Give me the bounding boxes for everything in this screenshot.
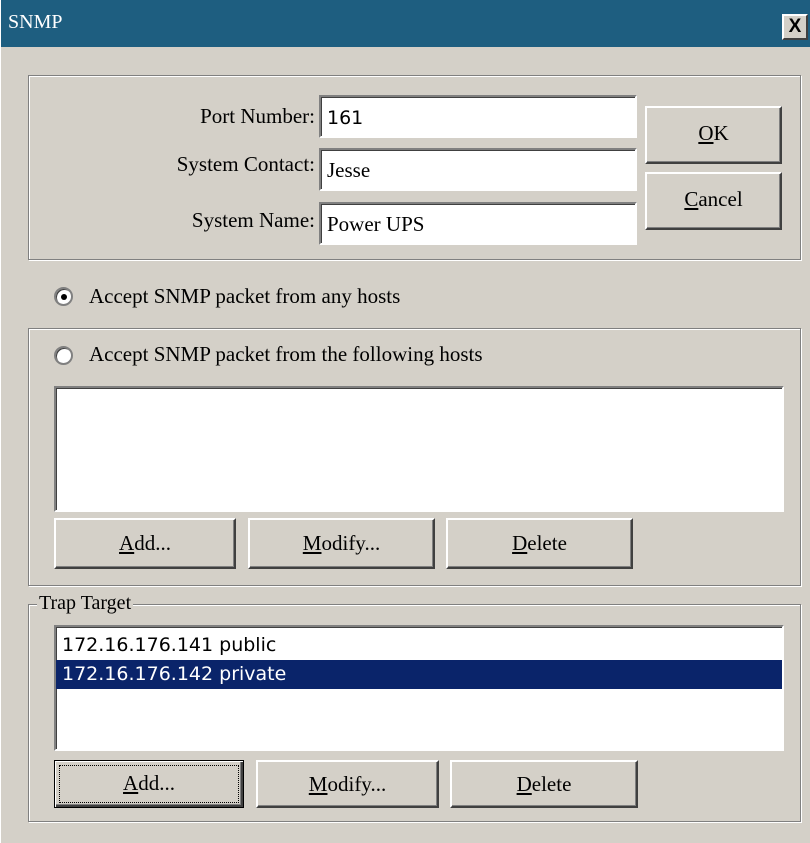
following-hosts-radio[interactable]	[54, 346, 73, 365]
any-hosts-radio[interactable]	[54, 287, 73, 306]
system-contact-field[interactable]: Jesse	[319, 148, 637, 191]
trap-modify-label: Modify...	[308, 772, 387, 796]
trap-target-item[interactable]: 172.16.176.141 public	[56, 631, 782, 660]
title-bar[interactable]: SNMP X	[1, 0, 810, 47]
following-hosts-label[interactable]: Accept SNMP packet from the following ho…	[89, 342, 483, 367]
ok-button-label: OK	[698, 121, 729, 145]
system-contact-label: System Contact:	[176, 152, 315, 176]
trap-target-item-selected[interactable]: 172.16.176.142 private	[56, 660, 782, 689]
trap-delete-label: Delete	[516, 772, 572, 796]
close-icon: X	[788, 16, 802, 37]
hosts-add-button[interactable]: Add...	[54, 518, 236, 569]
close-button[interactable]: X	[782, 14, 808, 40]
hosts-delete-button[interactable]: Delete	[446, 518, 633, 569]
hosts-modify-button[interactable]: Modify...	[248, 518, 435, 569]
snmp-dialog: SNMP X Port Number: 161 System Contact: …	[0, 0, 810, 843]
system-name-label: System Name:	[191, 208, 315, 232]
ok-button[interactable]: OK	[645, 106, 782, 164]
trap-add-button[interactable]: Add...	[54, 760, 244, 808]
trap-delete-button[interactable]: Delete	[450, 760, 638, 808]
window-title: SNMP	[8, 11, 63, 33]
trap-target-list[interactable]: 172.16.176.141 public 172.16.176.142 pri…	[54, 625, 784, 751]
port-number-field[interactable]: 161	[319, 95, 637, 138]
trap-modify-button[interactable]: Modify...	[256, 760, 439, 808]
hosts-modify-label: Modify...	[302, 531, 381, 555]
trap-target-legend: Trap Target	[37, 592, 134, 615]
cancel-button-label: Cancel	[684, 187, 743, 211]
hosts-add-label: Add...	[119, 531, 171, 555]
system-name-field[interactable]: Power UPS	[319, 202, 637, 245]
hosts-delete-label: Delete	[512, 531, 567, 555]
any-hosts-label[interactable]: Accept SNMP packet from any hosts	[89, 284, 400, 309]
port-number-label: Port Number:	[200, 104, 315, 128]
radio-selected-dot	[61, 294, 67, 300]
hosts-list[interactable]	[54, 386, 784, 512]
trap-add-label: Add...	[123, 771, 175, 795]
cancel-button[interactable]: Cancel	[645, 172, 782, 230]
